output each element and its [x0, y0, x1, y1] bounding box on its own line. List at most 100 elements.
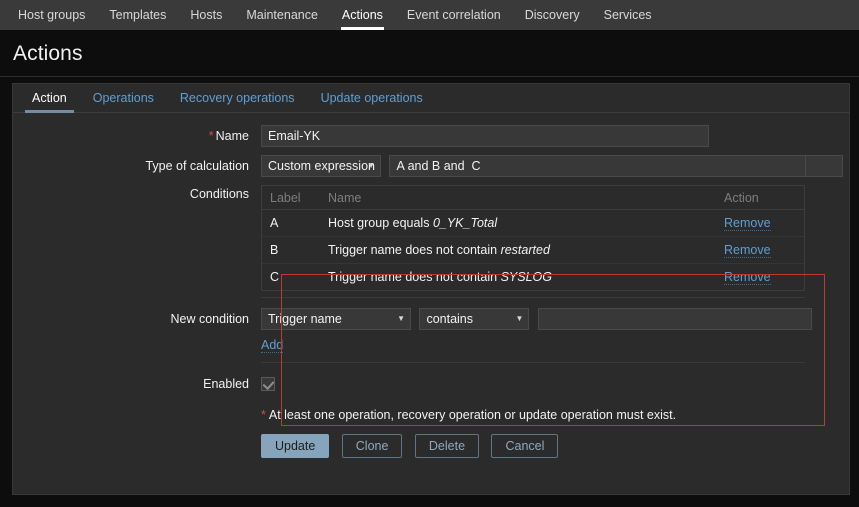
new-condition-type-select[interactable]: Trigger name ▼ — [261, 308, 411, 330]
type-of-calculation-field-wrap: Custom expression ▼ — [261, 155, 849, 177]
table-row: B Trigger name does not contain restarte… — [262, 236, 804, 264]
form-row-type-of-calculation: Type of calculation Custom expression ▼ — [13, 155, 849, 177]
expression-overflow-box[interactable] — [805, 155, 843, 177]
conditions-table-body: A Host group equals 0_YK_Total Remove B … — [262, 209, 804, 291]
conditions-table-container: Label Name Action A Host group equals 0_… — [261, 185, 805, 291]
condition-name-value: SYSLOG — [500, 270, 552, 284]
conditions-block-separator — [261, 297, 805, 298]
topnav-label: Templates — [109, 8, 167, 22]
custom-expression-input[interactable] — [389, 155, 842, 177]
form-row-enabled: Enabled — [13, 373, 849, 396]
form-row-footer: * At least one operation, recovery operat… — [13, 396, 849, 458]
remove-condition-link[interactable]: Remove — [724, 243, 771, 258]
conditions-label: Conditions — [189, 187, 249, 201]
tab-update-operations[interactable]: Update operations — [308, 84, 436, 112]
condition-label: B — [262, 236, 320, 264]
tab-action[interactable]: Action — [19, 84, 80, 113]
topnav-label: Actions — [341, 8, 383, 22]
column-header-name: Name — [320, 186, 716, 210]
form-row-conditions: Conditions Label Name Action A Host grou… — [13, 179, 849, 298]
topnav-item-host-groups[interactable]: Host groups — [6, 0, 97, 30]
form-row-new-condition: New condition Trigger name ▼ contains ▼ … — [13, 308, 849, 363]
page-header: Actions — [0, 30, 859, 77]
conditions-table: Label Name Action A Host group equals 0_… — [262, 186, 804, 290]
condition-name: Trigger name does not contain restarted — [320, 236, 716, 264]
topnav-label: Hosts — [190, 8, 223, 22]
action-form: *Name Type of calculation Custom express… — [13, 113, 849, 458]
tab-label: Operations — [92, 91, 154, 105]
tab-recovery-operations[interactable]: Recovery operations — [167, 84, 308, 112]
topnav-label: Services — [603, 8, 652, 22]
topnav-label: Discovery — [524, 8, 580, 22]
column-header-action: Action — [716, 186, 804, 210]
new-condition-block-separator — [261, 362, 805, 363]
chevron-down-icon: ▼ — [515, 314, 524, 323]
tab-operations[interactable]: Operations — [80, 84, 167, 112]
enabled-field-wrap — [261, 373, 849, 396]
topnav-label: Maintenance — [246, 8, 318, 22]
table-row: A Host group equals 0_YK_Total Remove — [262, 209, 804, 237]
new-condition-operator-select[interactable]: contains ▼ — [419, 308, 530, 330]
condition-action-cell: Remove — [716, 264, 804, 291]
topnav-item-discovery[interactable]: Discovery — [513, 0, 592, 30]
topnav-item-maintenance[interactable]: Maintenance — [234, 0, 330, 30]
clone-button[interactable]: Clone — [341, 434, 403, 458]
footer-field-wrap: * At least one operation, recovery operat… — [261, 396, 849, 458]
name-label: * Name — [13, 125, 261, 147]
add-condition-link[interactable]: Add — [261, 338, 284, 353]
new-condition-field-wrap: Trigger name ▼ contains ▼ Add — [261, 308, 849, 363]
remove-condition-link[interactable]: Remove — [724, 216, 771, 231]
table-row: C Trigger name does not contain SYSLOG R… — [262, 264, 804, 291]
name-input[interactable] — [261, 125, 709, 147]
new-condition-type-value: Trigger name — [268, 312, 342, 326]
delete-button[interactable]: Delete — [414, 434, 480, 458]
condition-name-value: 0_YK_Total — [432, 216, 498, 230]
type-of-calculation-selected-value: Custom expression — [268, 159, 375, 173]
type-of-calculation-select[interactable]: Custom expression ▼ — [261, 155, 381, 177]
topnav-label: Event correlation — [406, 8, 501, 22]
type-of-calculation-label: Type of calculation — [145, 159, 249, 173]
topnav-item-services[interactable]: Services — [592, 0, 664, 30]
condition-name-value: restarted — [500, 243, 550, 257]
topnav-item-actions[interactable]: Actions — [330, 0, 395, 30]
top-navigation-bar: Host groups Templates Hosts Maintenance … — [0, 0, 859, 30]
new-condition-value-input[interactable] — [537, 308, 812, 330]
page-title: Actions — [13, 42, 83, 65]
condition-action-cell: Remove — [716, 209, 804, 237]
topnav-label: Host groups — [18, 8, 86, 22]
action-form-panel: Action Operations Recovery operations Up… — [12, 83, 850, 495]
enabled-checkbox[interactable] — [261, 377, 275, 391]
topnav-item-hosts[interactable]: Hosts — [178, 0, 234, 30]
update-button[interactable]: Update — [261, 434, 330, 458]
condition-name: Host group equals 0_YK_Total — [320, 209, 716, 237]
chevron-down-icon: ▼ — [397, 314, 405, 323]
condition-label: C — [270, 270, 280, 284]
form-action-buttons: Update Clone Delete Cancel — [261, 434, 849, 458]
tab-label: Action — [32, 91, 67, 105]
name-field-wrap — [261, 125, 849, 147]
required-marker-icon: * — [208, 129, 214, 143]
form-row-name: * Name — [13, 125, 849, 147]
remove-condition-link[interactable]: Remove — [724, 270, 771, 285]
new-condition-operator-value: contains — [426, 312, 474, 326]
condition-label: A — [262, 209, 320, 237]
add-condition-wrap: Add — [261, 330, 849, 354]
validation-note: * At least one operation, recovery operat… — [261, 408, 849, 422]
conditions-header-row: Label Name Action — [262, 186, 804, 210]
topnav-item-templates[interactable]: Templates — [97, 0, 178, 30]
validation-note-text: At least one operation, recovery operati… — [268, 408, 677, 422]
condition-name: Trigger name does not contain SYSLOG — [320, 264, 716, 291]
topnav-item-event-correlation[interactable]: Event correlation — [395, 0, 513, 30]
condition-action-cell: Remove — [716, 236, 804, 264]
conditions-field-wrap: Label Name Action A Host group equals 0_… — [261, 179, 849, 298]
condition-name-prefix: Trigger name does not contain — [328, 243, 501, 257]
form-tab-bar: Action Operations Recovery operations Up… — [13, 84, 849, 113]
tab-label: Update operations — [320, 91, 423, 105]
required-marker-icon: * — [261, 408, 266, 422]
condition-name-prefix: Trigger name does not contain — [328, 270, 501, 284]
conditions-table-head: Label Name Action — [262, 186, 804, 210]
chevron-down-icon: ▼ — [367, 161, 375, 170]
cancel-button[interactable]: Cancel — [491, 434, 559, 458]
enabled-label: Enabled — [203, 377, 249, 391]
tab-label: Recovery operations — [179, 91, 295, 105]
